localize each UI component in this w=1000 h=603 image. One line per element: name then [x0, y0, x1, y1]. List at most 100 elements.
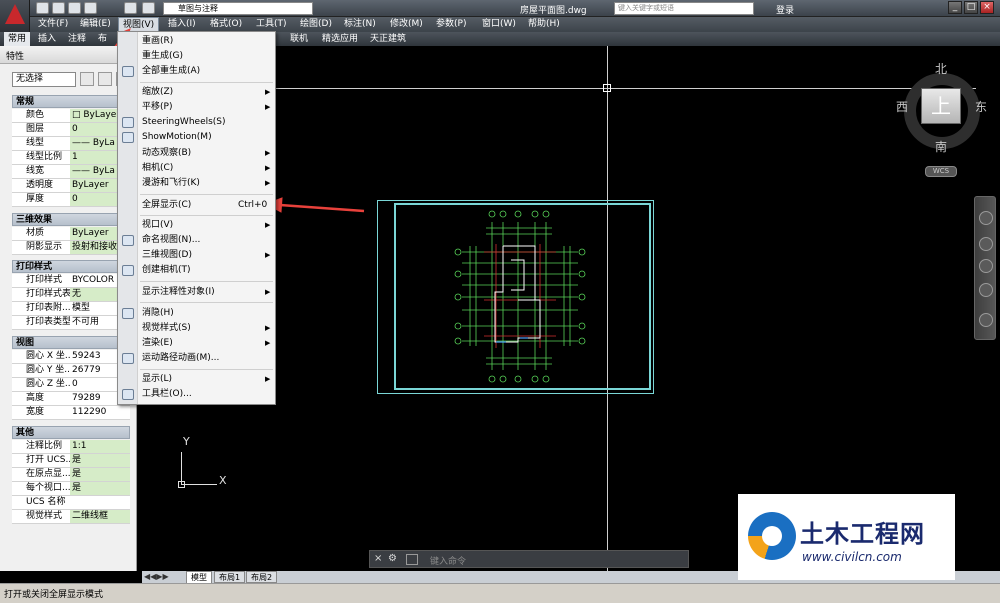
prop-row[interactable]: 线型比例 1 [12, 151, 130, 165]
tab-nav-arrows-icon[interactable]: ◀◀▶▶ [144, 572, 169, 581]
section-view[interactable]: 视图 [12, 336, 130, 349]
prop-row[interactable]: 视觉样式 二维线框 [12, 510, 130, 524]
menu-edit[interactable]: 编辑(E) [76, 17, 115, 32]
menu-item-create-camera[interactable]: 创建相机(T) [118, 263, 275, 278]
menu-draw[interactable]: 绘图(D) [296, 17, 336, 32]
wcs-menu-button[interactable]: WCS [925, 166, 957, 177]
menu-window[interactable]: 窗口(W) [478, 17, 520, 32]
menu-dimension[interactable]: 标注(N) [340, 17, 380, 32]
menu-item-visual-styles[interactable]: 视觉样式(S) ▶ [118, 321, 275, 336]
menu-modify[interactable]: 修改(M) [386, 17, 427, 32]
new-file-icon[interactable] [36, 2, 49, 14]
prop-row[interactable]: 打印表类型 不可用 [12, 316, 130, 330]
undo-icon[interactable] [142, 2, 155, 14]
menu-item-walk-fly[interactable]: 漫游和飞行(K) ▶ [118, 176, 275, 191]
menu-item-toolbars[interactable]: 工具栏(O)... [118, 387, 275, 402]
tab-home[interactable]: 常用 [4, 32, 31, 46]
tab-layout1[interactable]: 布局1 [214, 571, 246, 583]
tab-tangent[interactable]: 天正建筑 [366, 32, 410, 46]
menu-item-redraw[interactable]: 重画(R) [118, 34, 275, 49]
menu-item-fullscreen[interactable]: 全屏显示(C) Ctrl+0 [118, 198, 275, 213]
section-misc[interactable]: 其他 [12, 426, 130, 439]
compass-west[interactable]: 西 [896, 98, 908, 115]
prop-row[interactable]: 透明度 ByLayer [12, 179, 130, 193]
menu-item-regen-all[interactable]: 全部重生成(A) [118, 64, 275, 79]
menu-item-zoom[interactable]: 缩放(Z) ▶ [118, 85, 275, 100]
minimize-button[interactable]: _ [948, 1, 962, 14]
workspace-select[interactable]: 草图与注释 [163, 2, 313, 15]
tab-online[interactable]: 联机 [286, 32, 312, 46]
plot-icon[interactable] [124, 2, 137, 14]
menu-item-camera[interactable]: 相机(C) ▶ [118, 161, 275, 176]
menu-item-hide[interactable]: 消隐(H) [118, 306, 275, 321]
pan-icon[interactable] [979, 237, 993, 251]
tab-layout[interactable]: 布 [94, 32, 111, 46]
prop-row[interactable]: 圆心 Y 坐... 26779 [12, 364, 130, 378]
steering-wheel-icon[interactable] [979, 211, 993, 225]
save-as-icon[interactable] [84, 2, 97, 14]
prop-row[interactable]: 打印样式表无 [12, 288, 130, 302]
zoom-icon[interactable] [979, 259, 993, 273]
prop-row[interactable]: 注释比例 1:1 [12, 440, 130, 454]
prop-row[interactable]: 材质 ByLayer [12, 227, 130, 241]
section-plot-style[interactable]: 打印样式 [12, 260, 130, 273]
prop-row[interactable]: 宽度 112290 [12, 406, 130, 420]
menu-item-motion-path[interactable]: 运动路径动画(M)... [118, 351, 275, 366]
command-history-icon[interactable] [406, 554, 418, 565]
tab-insert[interactable]: 插入 [34, 32, 60, 46]
menu-item-showmotion[interactable]: ShowMotion(M) [118, 130, 275, 145]
compass-east[interactable]: 东 [975, 98, 987, 115]
showmotion-icon[interactable] [979, 313, 993, 327]
prop-row[interactable]: 在原点显... 是 [12, 468, 130, 482]
wrench-icon[interactable]: ⚙ [388, 553, 397, 564]
orbit-icon[interactable] [979, 283, 993, 297]
section-general[interactable]: 常规 [12, 95, 130, 108]
tab-annotate[interactable]: 注释 [64, 32, 90, 46]
prop-row[interactable]: 图层 0 [12, 123, 130, 137]
prop-row[interactable]: 打印表附... 模型 [12, 302, 130, 316]
prop-row[interactable]: 颜色 □ ByLayer [12, 109, 130, 123]
command-input[interactable]: 键入命令 [430, 554, 466, 567]
prop-row[interactable]: 线型 —— ByLa [12, 137, 130, 151]
selection-dropdown[interactable]: 无选择 [12, 72, 76, 87]
prop-row[interactable]: 每个视口... 是 [12, 482, 130, 496]
application-menu-button[interactable] [0, 0, 30, 33]
compass-south[interactable]: 南 [935, 138, 947, 155]
command-line[interactable]: × ⚙ 键入命令 [369, 550, 689, 568]
menu-item-steeringwheels[interactable]: SteeringWheels(S) [118, 115, 275, 130]
tab-layout2[interactable]: 布局2 [246, 571, 278, 583]
prop-row[interactable]: 打开 UCS... 是 [12, 454, 130, 468]
prop-row[interactable]: 厚度 0 [12, 193, 130, 207]
prop-row[interactable]: 圆心 Z 坐... 0 [12, 378, 130, 392]
menu-item-named-views[interactable]: 命名视图(N)... [118, 233, 275, 248]
menu-parametric[interactable]: 参数(P) [432, 17, 470, 32]
menu-insert[interactable]: 插入(I) [164, 17, 200, 32]
prop-row[interactable]: 线宽 —— ByLa [12, 165, 130, 179]
open-file-icon[interactable] [52, 2, 65, 14]
close-icon[interactable]: × [374, 553, 382, 564]
menu-item-regen[interactable]: 重生成(G) [118, 49, 275, 64]
prop-row[interactable]: 高度 79289 [12, 392, 130, 406]
compass-north[interactable]: 北 [935, 60, 947, 77]
menu-item-annotation-objects[interactable]: 显示注释性对象(I) ▶ [118, 285, 275, 300]
viewcube-top-face[interactable]: 上 [921, 88, 961, 124]
menu-format[interactable]: 格式(O) [206, 17, 246, 32]
prop-row[interactable]: UCS 名称 [12, 496, 130, 510]
close-button[interactable]: × [980, 1, 994, 14]
select-objects-icon[interactable] [98, 72, 112, 86]
prop-row[interactable]: 圆心 X 坐... 59243 [12, 350, 130, 364]
search-input[interactable]: 键入关键字或短语 [614, 2, 754, 15]
tab-featured-apps[interactable]: 精选应用 [318, 32, 362, 46]
login-button[interactable]: 登录 [776, 3, 794, 16]
tab-model[interactable]: 模型 [186, 571, 212, 583]
section-3d-effects[interactable]: 三维效果 [12, 213, 130, 226]
prop-row[interactable]: 阴影显示 投射和接收 [12, 241, 130, 255]
menu-file[interactable]: 文件(F) [34, 17, 72, 32]
menu-help[interactable]: 帮助(H) [524, 17, 564, 32]
menu-item-viewports[interactable]: 视口(V) ▶ [118, 218, 275, 233]
menu-item-render[interactable]: 渲染(E) ▶ [118, 336, 275, 351]
menu-item-pan[interactable]: 平移(P) ▶ [118, 100, 275, 115]
prop-row[interactable]: 打印样式 BYCOLOR [12, 274, 130, 288]
menu-item-display[interactable]: 显示(L) ▶ [118, 372, 275, 387]
menu-tools[interactable]: 工具(T) [252, 17, 291, 32]
